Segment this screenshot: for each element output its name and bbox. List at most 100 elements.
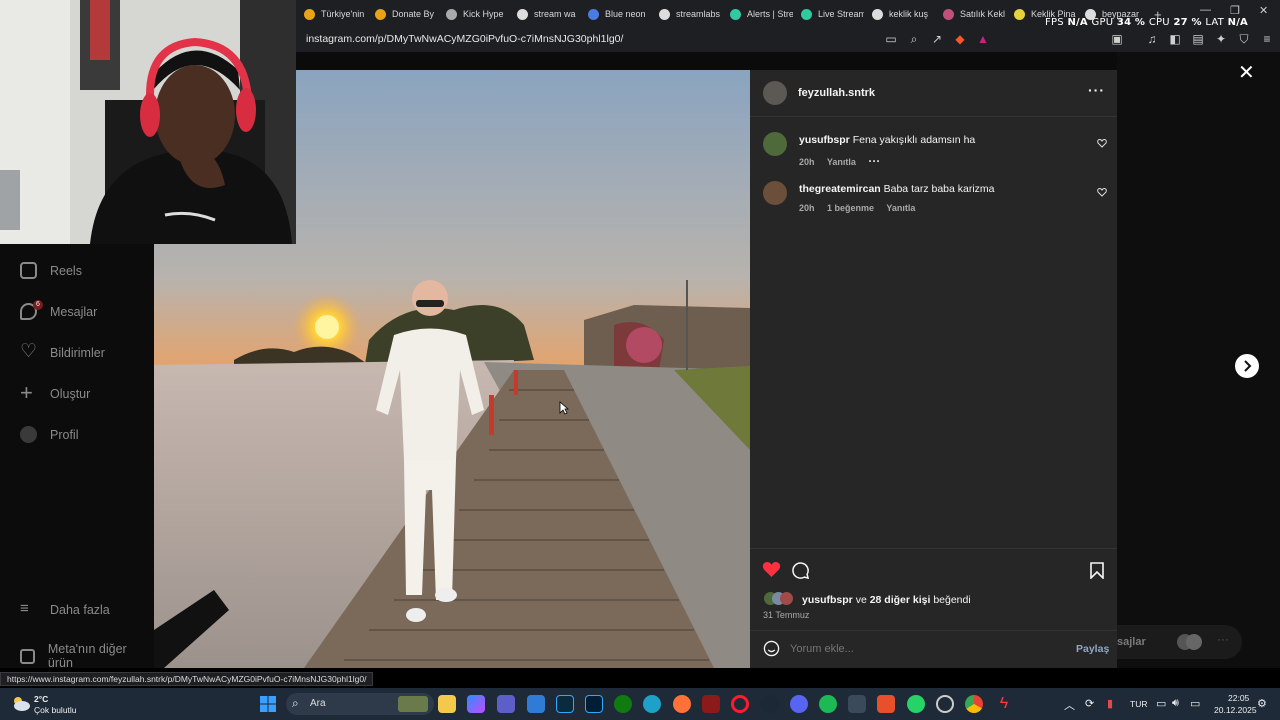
menu-icon[interactable]: ≡ — [1260, 32, 1274, 46]
comment-options-icon[interactable]: ··· — [868, 154, 880, 168]
other-likers-link[interactable]: 28 diğer kişi — [870, 594, 931, 606]
browser-tab[interactable]: Blue neon — [580, 0, 651, 28]
liked-heart-icon[interactable] — [762, 561, 781, 578]
wallet-icon[interactable]: ▤ — [1191, 32, 1205, 46]
brave-shield-icon[interactable]: ◆ — [953, 32, 967, 46]
music-icon[interactable]: ♫ — [1145, 32, 1159, 46]
more-options-icon[interactable]: ··· — [1088, 82, 1105, 98]
battery-icon[interactable]: ▭ — [1190, 697, 1200, 710]
comment-avatar[interactable] — [763, 181, 787, 205]
comment-avatar[interactable] — [763, 132, 787, 156]
comment-input[interactable] — [790, 641, 1060, 657]
lightning-icon[interactable]: ϟ — [995, 695, 1013, 713]
ai-icon[interactable]: ✦ — [1214, 32, 1228, 46]
firefox-icon[interactable] — [673, 695, 691, 713]
comment-icon[interactable] — [792, 562, 809, 579]
tab-label: Live Stream — [818, 9, 864, 19]
sidebar-item-profile[interactable]: Profil — [20, 426, 78, 443]
minimize-button[interactable]: — — [1200, 4, 1211, 16]
clock-time[interactable]: 22:05 — [1228, 693, 1249, 703]
browser-tab[interactable]: Satılık Kekl — [935, 0, 1006, 28]
comment-likes[interactable]: 1 beğenme — [827, 203, 874, 213]
sync-icon[interactable]: ⟳ — [1085, 697, 1094, 710]
browser-tab[interactable]: stream wa — [509, 0, 580, 28]
sidebar-item-create[interactable]: + Oluştur — [20, 382, 91, 404]
live-icon — [801, 8, 812, 20]
sidebar-item-label: Oluştur — [50, 386, 91, 401]
browser-tab[interactable]: Kick Hype — [438, 0, 509, 28]
like-comment-heart-icon[interactable] — [1097, 187, 1107, 197]
browser-tab[interactable]: streamlabs — [651, 0, 722, 28]
browser-tab[interactable]: Live Stream — [793, 0, 864, 28]
likes-summary: yusufbspr ve 28 diğer kişi beğendi — [802, 594, 971, 606]
close-window-button[interactable]: ✕ — [1259, 4, 1268, 17]
browser-tab[interactable]: Türkiye'nin — [296, 0, 367, 28]
share-icon[interactable]: ↗ — [930, 32, 944, 46]
file-explorer-icon[interactable] — [438, 695, 456, 713]
sidebar-item-messages[interactable]: 6 Mesajlar — [20, 300, 97, 320]
whatsapp-icon[interactable] — [907, 695, 925, 713]
volume-icon[interactable]: 🔊︎ — [1172, 697, 1179, 710]
steam-icon[interactable] — [760, 695, 778, 713]
brave-rewards-icon[interactable]: ▲ — [976, 32, 990, 46]
app-icon[interactable] — [936, 695, 954, 713]
cast-icon[interactable]: ▭ — [884, 32, 898, 46]
teams-icon[interactable] — [497, 695, 515, 713]
emoji-icon[interactable] — [763, 640, 780, 657]
discord-icon[interactable] — [790, 695, 808, 713]
sidebar-item-meta[interactable]: Meta'nın diğer ürün — [20, 642, 154, 670]
address-bar[interactable]: instagram.com/p/DMyTwNwACyMZG0iPvfuO-c7i… — [296, 28, 1280, 52]
spotify-icon[interactable] — [819, 695, 837, 713]
language-indicator[interactable]: TUR — [1130, 699, 1147, 709]
webcam-overlay — [0, 0, 296, 244]
vpn-shield-icon[interactable]: ⛉ — [1237, 32, 1251, 46]
xbox-icon[interactable] — [614, 695, 632, 713]
sidebar-item-notifications[interactable]: ♡ Bildirimler — [20, 342, 105, 361]
reply-button[interactable]: Yanıtla — [827, 157, 856, 167]
browser-tab[interactable]: keklik kuş — [864, 0, 935, 28]
opera-gx-icon[interactable] — [731, 695, 749, 713]
app-icon[interactable] — [527, 695, 545, 713]
sidebar-toggle-icon[interactable]: ◧ — [1168, 32, 1182, 46]
author-username[interactable]: feyzullah.sntrk — [798, 87, 875, 99]
sidebar-item-more[interactable]: ≡ Daha fazla — [20, 601, 110, 618]
sidebar-item-reels[interactable]: Reels — [20, 262, 82, 279]
like-comment-heart-icon[interactable] — [1097, 138, 1107, 148]
browser-tab[interactable]: Donate By — [367, 0, 438, 28]
liker-username[interactable]: yusufbspr — [802, 594, 853, 606]
photoshop-icon[interactable] — [585, 695, 603, 713]
comment-username[interactable]: thegreatemircan — [799, 183, 881, 195]
tab-label: Donate By — [392, 9, 435, 19]
browser-tab[interactable]: Alerts | Stre — [722, 0, 793, 28]
close-icon[interactable]: ✕ — [1238, 63, 1255, 83]
app-icon[interactable] — [702, 695, 720, 713]
network-icon[interactable]: ▭ — [1156, 697, 1166, 710]
start-icon[interactable] — [260, 696, 276, 712]
taskbar-search[interactable]: ⌕ Ara — [286, 693, 434, 715]
settings-app-icon[interactable] — [848, 695, 866, 713]
comment-time: 20h — [799, 157, 815, 167]
tray-overflow-icon[interactable]: ︿ — [1064, 697, 1075, 713]
brave-icon[interactable] — [877, 695, 895, 713]
next-post-button[interactable] — [1235, 354, 1259, 378]
notification-icon[interactable]: ⚙ — [1257, 697, 1267, 710]
url-text[interactable]: instagram.com/p/DMyTwNwACyMZG0iPvfuO-c7i… — [306, 33, 623, 45]
post-date[interactable]: 31 Temmuz — [763, 610, 809, 620]
sidebar-panel-icon[interactable]: ▣ — [1110, 32, 1124, 46]
tab-label: Kick Hype — [463, 9, 504, 19]
chrome-icon[interactable] — [965, 695, 983, 713]
author-avatar[interactable] — [763, 81, 787, 105]
comment-username[interactable]: yusufbspr — [799, 134, 850, 146]
restore-button[interactable]: ❐ — [1230, 4, 1240, 17]
copilot-icon[interactable] — [467, 695, 485, 713]
zoom-icon[interactable]: ⌕ — [907, 32, 921, 46]
clock-date[interactable]: 20.12.2025 — [1214, 705, 1257, 715]
lightroom-icon[interactable] — [556, 695, 574, 713]
edge-icon[interactable] — [643, 695, 661, 713]
tray-app-icon[interactable]: ▮ — [1107, 697, 1113, 710]
reply-button[interactable]: Yanıtla — [886, 203, 915, 213]
divider — [750, 548, 1117, 549]
brand-icon — [304, 8, 315, 20]
save-bookmark-icon[interactable] — [1090, 562, 1104, 579]
post-comment-button[interactable]: Paylaş — [1076, 643, 1109, 655]
